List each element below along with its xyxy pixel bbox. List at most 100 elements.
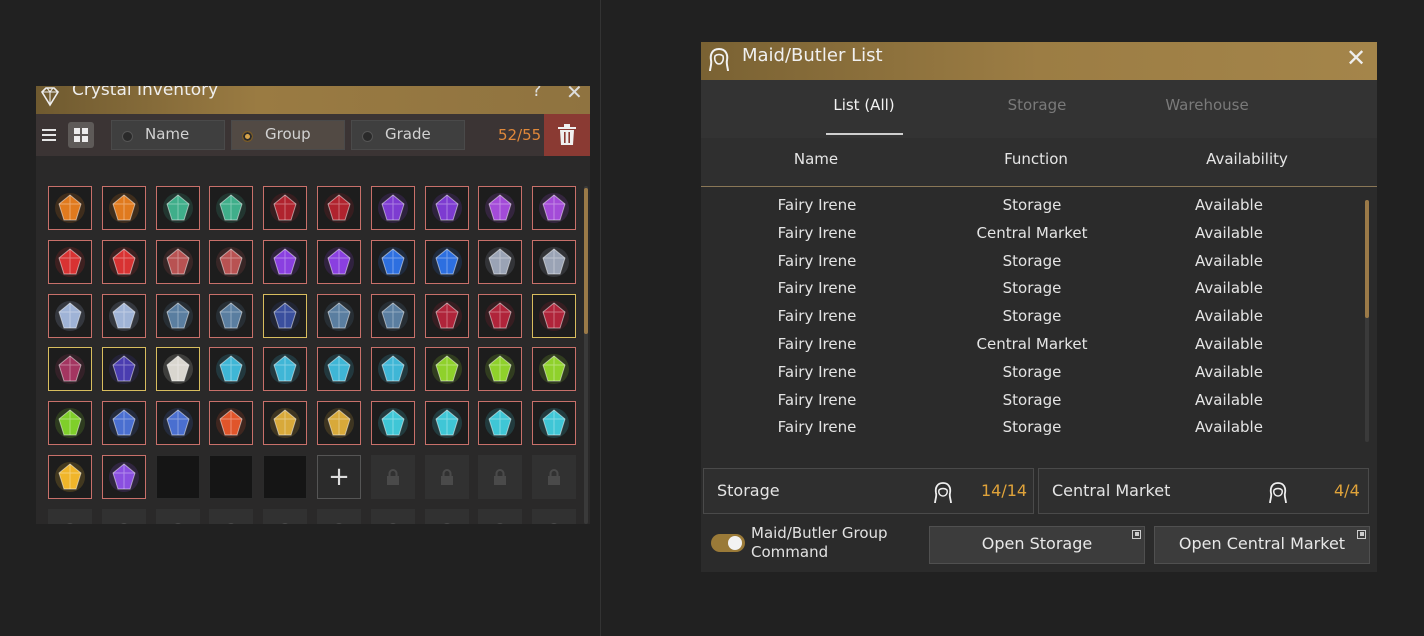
table-row[interactable]: Fairy Irene Storage Available [701,414,1361,442]
crystal-slot[interactable] [48,401,92,446]
maid-title-bar[interactable]: Maid/Butler List ✕ [701,42,1377,80]
crystal-slot[interactable] [263,401,308,446]
crystal-slot[interactable] [209,239,254,284]
sort-grade-radio[interactable]: Grade [351,120,465,150]
crystal-slot[interactable] [424,186,469,230]
crystal-slot[interactable] [263,347,308,392]
crystal-icon [216,193,247,223]
table-row[interactable]: Fairy Irene Storage Available [701,248,1361,276]
crystal-slot[interactable] [209,186,254,230]
crystal-slot[interactable] [370,293,415,338]
crystal-slot[interactable] [155,401,200,446]
crystal-slot[interactable] [101,401,146,446]
open-storage-button[interactable]: Open Storage [929,526,1145,564]
table-row[interactable]: Fairy Irene Central Market Available [701,220,1361,248]
crystal-icon [55,462,85,492]
crystal-slot[interactable] [209,347,254,392]
crystal-slot[interactable] [317,293,361,338]
crystal-slot[interactable] [155,186,200,230]
crystal-slot[interactable] [155,347,200,392]
list-view-button[interactable] [36,122,62,148]
crystal-slot[interactable] [317,401,361,446]
crystal-icon [108,408,139,439]
crystal-slot[interactable] [370,401,415,446]
inventory-title-bar[interactable]: Crystal Inventory ? ✕ [36,86,590,114]
maid-name-cell: Fairy Irene [777,223,857,242]
table-row[interactable]: Fairy Irene Storage Available [701,387,1361,415]
table-row[interactable]: Fairy Irene Central Market Available [701,331,1361,359]
crystal-icon [539,246,570,277]
crystal-slot[interactable] [478,293,523,338]
tab-storage[interactable]: Storage [967,96,1107,114]
crystal-slot[interactable] [101,186,146,230]
crystal-slot[interactable] [424,239,469,284]
sort-group-label: Group [265,125,311,143]
open-central-market-button[interactable]: Open Central Market [1154,526,1370,564]
crystal-slot[interactable] [424,293,469,338]
sort-group-radio[interactable]: Group [231,120,345,150]
close-icon[interactable]: ✕ [1346,44,1366,72]
maid-title: Maid/Butler List [742,45,883,66]
table-row[interactable]: Fairy Irene Storage Available [701,192,1361,220]
crystal-icon [162,300,193,331]
crystal-slot[interactable] [209,401,254,446]
crystal-slot[interactable] [317,239,361,284]
grid-view-button[interactable] [68,122,94,148]
crystal-slot[interactable] [101,455,146,499]
crystal-slot[interactable] [48,293,92,338]
crystal-slot[interactable] [263,293,308,338]
crystal-slot[interactable] [48,347,92,392]
crystal-slot[interactable] [532,293,577,338]
crystal-slot[interactable] [209,293,254,338]
crystal-slot[interactable] [317,186,361,230]
crystal-slot[interactable] [532,401,577,446]
empty-slot[interactable] [209,455,254,499]
crystal-slot[interactable] [424,347,469,392]
col-function[interactable]: Function [966,150,1106,168]
crystal-slot[interactable] [370,186,415,230]
crystal-slot[interactable] [48,239,92,284]
maid-scrollbar[interactable] [1365,200,1369,318]
add-slot-button[interactable]: + [317,455,361,499]
crystal-slot[interactable] [370,347,415,392]
crystal-slot[interactable] [478,347,523,392]
crystal-slot[interactable] [101,239,146,284]
close-icon[interactable]: ✕ [566,86,583,104]
panel-divider [600,0,601,636]
crystal-slot[interactable] [48,186,92,230]
crystal-slot[interactable] [424,401,469,446]
crystal-slot[interactable] [532,347,577,392]
empty-slot[interactable] [263,455,308,499]
group-command-toggle[interactable] [711,534,745,552]
crystal-slot[interactable] [317,347,361,392]
crystal-slot[interactable] [263,186,308,230]
empty-slot[interactable] [155,455,200,499]
delete-button[interactable] [544,114,590,156]
crystal-slot[interactable] [48,455,92,499]
crystal-slot[interactable] [478,186,523,230]
crystal-slot[interactable] [478,401,523,446]
tab-list-all[interactable]: List (All) [794,96,934,114]
crystal-slot[interactable] [478,239,523,284]
inventory-scrollbar[interactable] [584,188,588,334]
crystal-slot[interactable] [370,239,415,284]
sort-name-radio[interactable]: Name [111,120,225,150]
crystal-slot[interactable] [155,293,200,338]
crystal-icon [377,354,408,385]
table-row[interactable]: Fairy Irene Storage Available [701,275,1361,303]
table-row[interactable]: Fairy Irene Storage Available [701,303,1361,331]
maid-name-cell: Fairy Irene [777,418,857,437]
crystal-slot[interactable] [532,186,577,230]
col-availability[interactable]: Availability [1177,150,1317,168]
tab-warehouse[interactable]: Warehouse [1137,96,1277,114]
table-row[interactable]: Fairy Irene Storage Available [701,359,1361,387]
col-name[interactable]: Name [746,150,886,168]
crystal-slot[interactable] [263,239,308,284]
crystal-slot[interactable] [101,347,146,392]
locked-slot [370,455,415,499]
help-icon[interactable]: ? [532,86,542,101]
crystal-slot[interactable] [101,293,146,338]
crystal-icon [431,193,462,223]
crystal-slot[interactable] [532,239,577,284]
crystal-slot[interactable] [155,239,200,284]
